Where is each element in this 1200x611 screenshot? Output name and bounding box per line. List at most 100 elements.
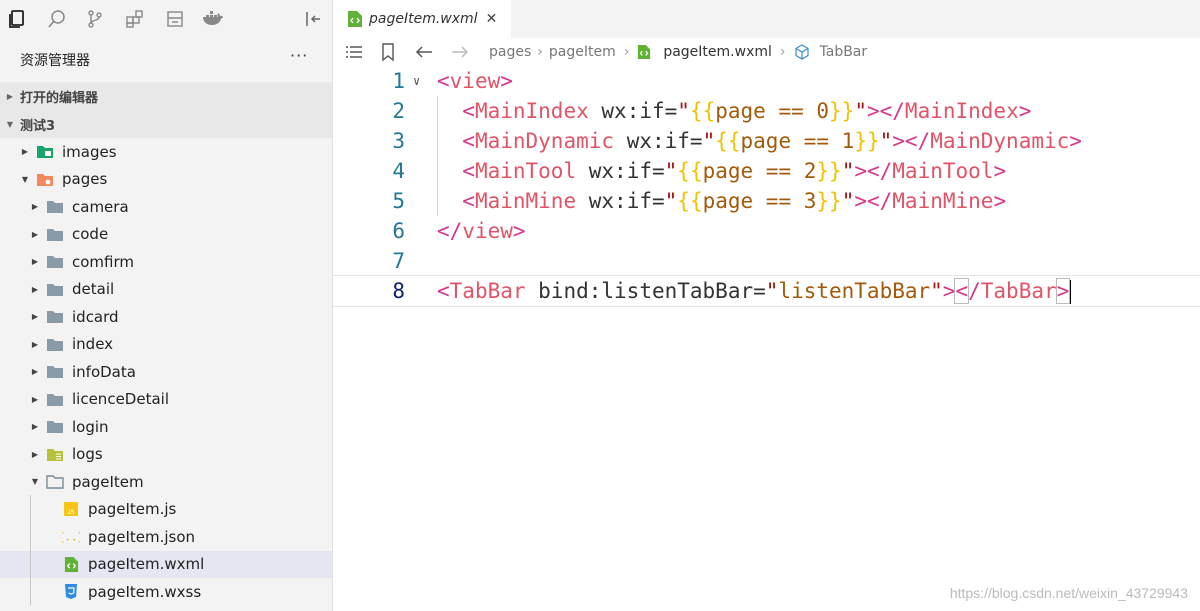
expression: page == 1	[740, 129, 855, 153]
folder-icon	[46, 281, 64, 297]
code-line: 3 <MainDynamic wx:if="{{page == 1}}"></M…	[333, 126, 1200, 156]
folder-icon	[46, 364, 64, 380]
breadcrumb-file[interactable]: pageItem.wxml	[663, 44, 772, 60]
tree-item[interactable]: ▶ index	[0, 331, 332, 359]
chevron-down-icon: ▼	[6, 119, 14, 129]
tree-item-label: pageItem.wxml	[88, 555, 205, 574]
attr-name: wx:if	[588, 189, 652, 213]
file-tree: ▶ images ▼ pages ▶ camera ▶ code ▶ comfirm ▶ detail…	[0, 138, 332, 606]
tree-item[interactable]: ▶ logs	[0, 441, 332, 469]
end-tag-name: MainTool	[892, 159, 994, 183]
tree-item-label: detail	[72, 280, 115, 299]
attr-name: wx:if	[626, 129, 690, 153]
folder-icon	[46, 254, 64, 270]
line-number: 1	[392, 69, 405, 93]
chevron-right-icon: ▶	[21, 147, 29, 157]
docker-icon[interactable]	[202, 8, 224, 30]
close-icon[interactable]: ✕	[486, 11, 498, 27]
end-tag-name: TabBar	[980, 279, 1057, 303]
source-control-icon[interactable]	[84, 8, 106, 30]
list-icon[interactable]	[345, 44, 363, 60]
folder-icon	[46, 226, 64, 242]
folder-pages-icon	[36, 171, 54, 187]
wxss-file-icon	[62, 584, 80, 600]
tree-item[interactable]: ▶ code	[0, 221, 332, 249]
tree-item-label: pageItem.wxss	[88, 582, 202, 601]
tree-item-label: code	[72, 225, 109, 244]
folder-icon	[46, 419, 64, 435]
tree-item[interactable]: ▶ detail	[0, 276, 332, 304]
code-line: 4 <MainTool wx:if="{{page == 2}}"></Main…	[333, 156, 1200, 186]
chevron-right-icon: ▶	[31, 284, 39, 294]
tree-item-label: login	[72, 417, 109, 436]
tree-item[interactable]: ▶ idcard	[0, 303, 332, 331]
bookmark-icon[interactable]	[381, 43, 395, 61]
chevron-right-icon: ▶	[31, 202, 39, 212]
forward-arrow-icon[interactable]	[451, 45, 469, 59]
line-number: 3	[392, 129, 405, 153]
tree-item[interactable]: ▶ licenceDetail	[0, 386, 332, 414]
breadcrumb-pages[interactable]: pages	[489, 44, 531, 60]
more-actions-button[interactable]: ···	[290, 46, 308, 65]
tree-item[interactable]: ▶ infoData	[0, 358, 332, 386]
outline-icon[interactable]	[164, 8, 186, 30]
js-file-icon: JS	[62, 501, 80, 517]
extensions-icon[interactable]	[124, 8, 146, 30]
tree-item[interactable]: ▶ camera	[0, 193, 332, 221]
breadcrumb-symbol[interactable]: TabBar	[820, 44, 868, 60]
search-icon[interactable]	[46, 8, 68, 30]
editor-tab-bar: pageItem.wxml ✕	[333, 0, 1200, 38]
tab-label: pageItem.wxml	[369, 11, 478, 27]
project-label: 测试3	[20, 118, 56, 134]
end-tag-name: MainIndex	[904, 99, 1019, 123]
tree-item[interactable]: ▶ comfirm	[0, 248, 332, 276]
tree-item[interactable]: ▼ pages	[0, 166, 332, 194]
collapse-panel-icon[interactable]	[302, 8, 324, 30]
attr-name: bind:listenTabBar	[538, 279, 754, 303]
line-number: 7	[392, 249, 405, 273]
project-section[interactable]: ▼ 测试3	[0, 110, 332, 138]
chevron-down-icon: ▼	[31, 477, 39, 487]
explorer-title: 资源管理器	[20, 53, 90, 69]
tree-item-label: infoData	[72, 362, 136, 381]
tree-item-label: comfirm	[72, 252, 134, 271]
tree-item[interactable]: ▼ pageItem	[0, 468, 332, 496]
folder-icon	[46, 336, 64, 352]
code-editor[interactable]: 1 ∨ <view> 2 <MainIndex wx:if="{{page ==…	[333, 66, 1200, 611]
text-cursor	[1069, 280, 1072, 304]
tag-name: MainTool	[474, 159, 577, 183]
tree-item[interactable]: pageItem.wxml	[0, 550, 332, 578]
line-number: 2	[392, 99, 405, 123]
tag-name: TabBar	[449, 279, 526, 303]
breadcrumb-pageitem[interactable]: pageItem	[549, 44, 616, 60]
chevron-right-icon: ▶	[31, 229, 39, 239]
tree-item[interactable]: ▶ login	[0, 413, 332, 441]
json-file-icon: {..}	[62, 529, 80, 545]
folder-open-icon	[46, 474, 64, 490]
code-line: 7	[333, 246, 1200, 276]
folder-icon	[46, 391, 64, 407]
folder-logs-icon	[46, 446, 64, 462]
tree-item[interactable]: ▶ images	[0, 138, 332, 166]
tree-item-label: index	[72, 335, 114, 354]
attr-name: wx:if	[601, 99, 665, 123]
tab-pageitem-wxml[interactable]: pageItem.wxml ✕	[333, 0, 511, 38]
chevron-right-icon: ›	[623, 44, 630, 60]
svg-text:{..}: {..}	[62, 530, 80, 543]
files-icon[interactable]	[6, 8, 28, 30]
tag-name: MainMine	[474, 189, 577, 213]
tree-item[interactable]: {..} pageItem.json	[0, 523, 332, 551]
breadcrumb: pages › pageItem › pageItem.wxml › TabBa…	[333, 38, 1200, 66]
code-line: 6 </view>	[333, 216, 1200, 246]
fold-chevron-icon[interactable]: ∨	[413, 66, 420, 96]
tree-item-label: licenceDetail	[72, 390, 169, 409]
chevron-right-icon: ▶	[31, 339, 39, 349]
tree-item-label: pageItem	[72, 472, 144, 491]
open-editors-section[interactable]: ▶ 打开的编辑器	[0, 82, 332, 110]
expression: page == 3	[702, 189, 817, 213]
tree-item[interactable]: JS pageItem.js	[0, 496, 332, 524]
line-number: 8	[392, 279, 405, 303]
back-arrow-icon[interactable]	[415, 45, 433, 59]
chevron-right-icon: ▶	[31, 449, 39, 459]
tree-item[interactable]: pageItem.wxss	[0, 578, 332, 606]
